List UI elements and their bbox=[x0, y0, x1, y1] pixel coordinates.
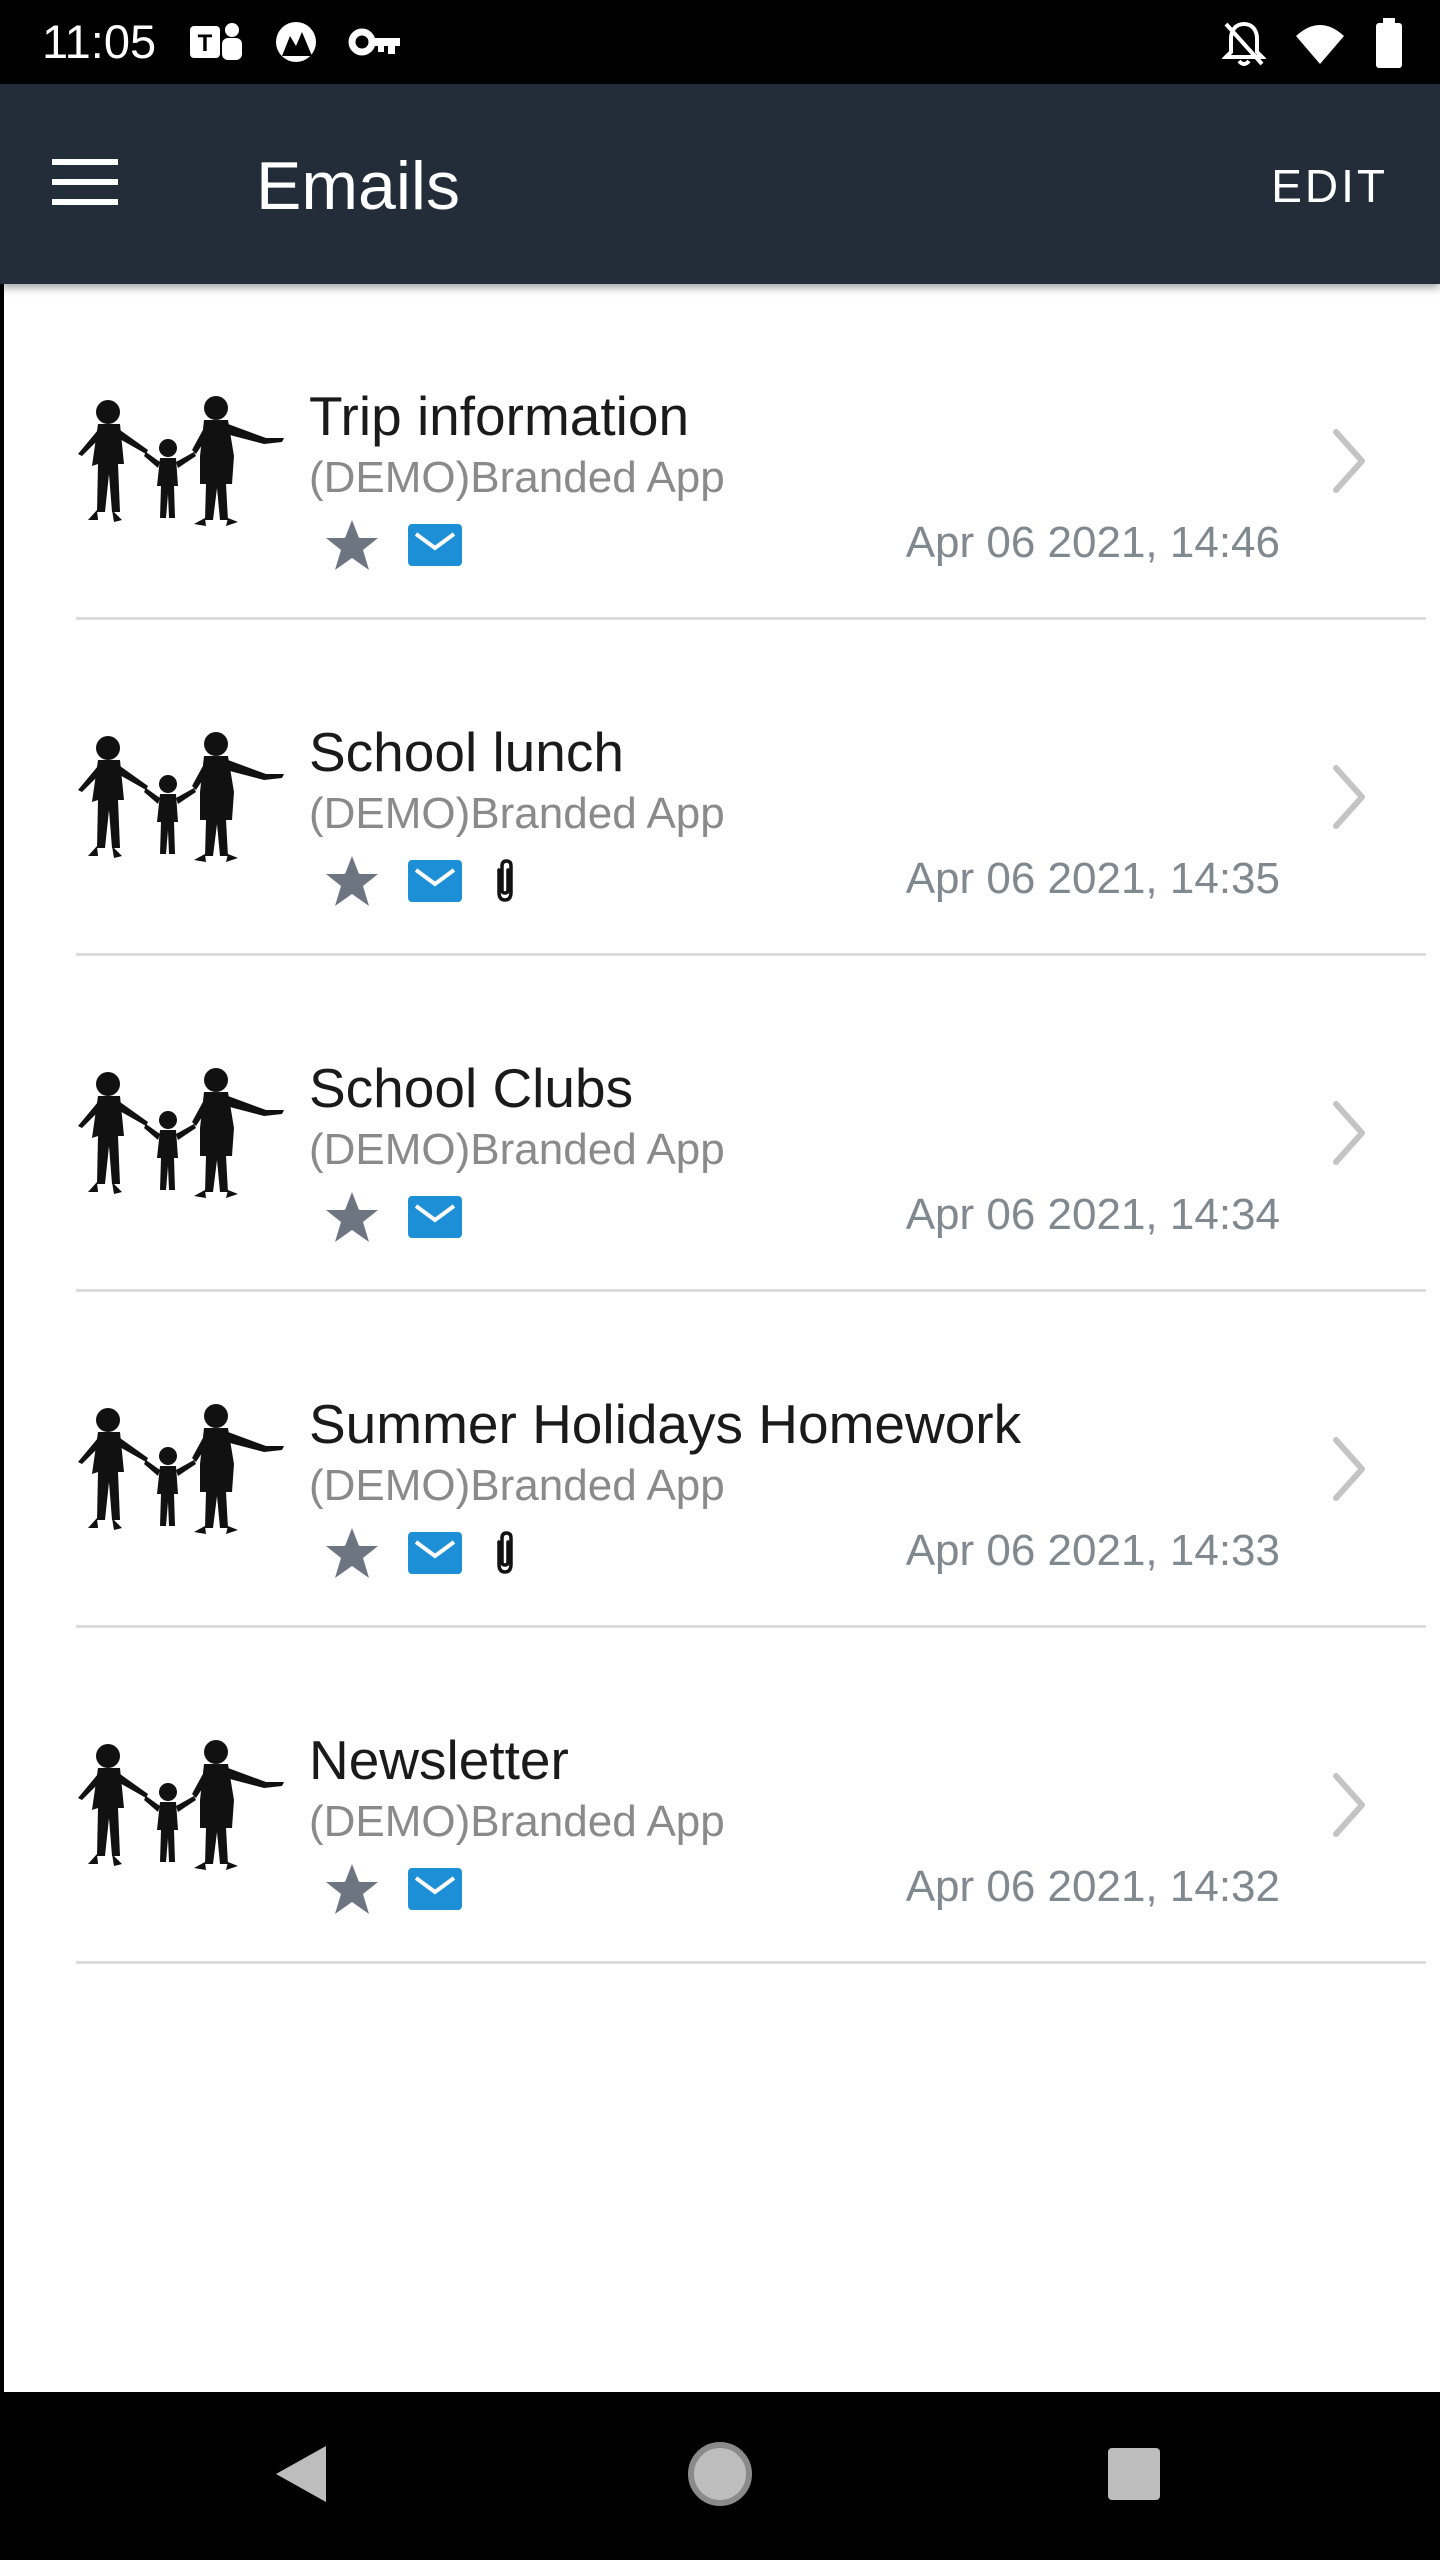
email-list-item[interactable]: Newsletter (DEMO)Branded App Apr 06 2021… bbox=[4, 1628, 1440, 1964]
envelope-icon bbox=[408, 1195, 462, 1243]
page-title: Emails bbox=[256, 148, 461, 224]
status-bar: 11:05 T bbox=[0, 0, 1440, 84]
chevron-right-icon bbox=[1330, 1434, 1370, 1504]
app-notification-icon bbox=[270, 18, 322, 66]
vpn-key-icon bbox=[348, 18, 404, 66]
content-area: Trip information (DEMO)Branded App Apr 0… bbox=[4, 284, 1440, 2392]
email-list-item[interactable]: School Clubs (DEMO)Branded App Apr 06 20… bbox=[4, 956, 1440, 1292]
back-icon bbox=[270, 2442, 330, 2511]
email-date: Apr 06 2021, 14:34 bbox=[905, 1190, 1280, 1239]
email-subject: School Clubs bbox=[309, 1057, 634, 1119]
hamburger-menu-icon bbox=[52, 158, 118, 210]
email-subject: Summer Holidays Homework bbox=[309, 1393, 1022, 1455]
email-subject: Trip information bbox=[309, 385, 690, 447]
email-status-icons bbox=[324, 516, 462, 578]
wifi-icon bbox=[1294, 20, 1346, 68]
recents-icon bbox=[1106, 2446, 1162, 2507]
recents-button[interactable] bbox=[1094, 2436, 1174, 2516]
star-icon[interactable] bbox=[324, 1190, 380, 1249]
status-time: 11:05 bbox=[42, 15, 157, 68]
svg-text:T: T bbox=[198, 30, 213, 57]
teams-icon: T bbox=[188, 18, 244, 66]
back-button[interactable] bbox=[260, 2436, 340, 2516]
paperclip-icon bbox=[490, 858, 520, 909]
email-list-item[interactable]: Trip information (DEMO)Branded App Apr 0… bbox=[4, 284, 1440, 620]
email-sender: (DEMO)Branded App bbox=[309, 789, 725, 838]
email-list-item[interactable]: School lunch (DEMO)Branded App Apr 06 20… bbox=[4, 620, 1440, 956]
email-status-icons bbox=[324, 852, 520, 914]
family-silhouette-icon bbox=[76, 1402, 286, 1538]
family-silhouette-icon bbox=[76, 1066, 286, 1202]
home-button[interactable] bbox=[680, 2436, 760, 2516]
email-status-icons bbox=[324, 1860, 462, 1922]
email-subject: Newsletter bbox=[309, 1729, 569, 1791]
chevron-right-icon bbox=[1330, 762, 1370, 832]
email-sender: (DEMO)Branded App bbox=[309, 453, 725, 502]
family-silhouette-icon bbox=[76, 394, 286, 530]
email-date: Apr 06 2021, 14:32 bbox=[905, 1862, 1280, 1911]
email-sender: (DEMO)Branded App bbox=[309, 1797, 725, 1846]
email-date: Apr 06 2021, 14:33 bbox=[905, 1526, 1280, 1575]
star-icon[interactable] bbox=[324, 1862, 380, 1921]
chevron-right-icon bbox=[1330, 1098, 1370, 1168]
star-icon[interactable] bbox=[324, 854, 380, 913]
family-silhouette-icon bbox=[76, 1738, 286, 1874]
family-silhouette-icon bbox=[76, 730, 286, 866]
hamburger-menu-button[interactable] bbox=[52, 144, 152, 224]
email-sender: (DEMO)Branded App bbox=[309, 1125, 725, 1174]
row-divider bbox=[76, 1961, 1426, 1964]
star-icon[interactable] bbox=[324, 1526, 380, 1585]
email-status-icons bbox=[324, 1188, 462, 1250]
envelope-icon bbox=[408, 859, 462, 907]
paperclip-icon bbox=[490, 1530, 520, 1581]
home-icon bbox=[687, 2441, 753, 2512]
envelope-icon bbox=[408, 1867, 462, 1915]
envelope-icon bbox=[408, 523, 462, 571]
notifications-off-icon bbox=[1222, 20, 1266, 68]
email-date: Apr 06 2021, 14:46 bbox=[905, 518, 1280, 567]
battery-icon bbox=[1374, 18, 1404, 70]
status-right-icons bbox=[1222, 18, 1404, 70]
system-nav-bar bbox=[0, 2392, 1440, 2560]
app-bar: Emails EDIT bbox=[0, 84, 1440, 284]
email-list: Trip information (DEMO)Branded App Apr 0… bbox=[4, 284, 1440, 1964]
edit-button[interactable]: EDIT bbox=[1271, 154, 1388, 218]
chevron-right-icon bbox=[1330, 426, 1370, 496]
status-left-icons: T bbox=[188, 18, 404, 66]
chevron-right-icon bbox=[1330, 1770, 1370, 1840]
email-list-item[interactable]: Summer Holidays Homework (DEMO)Branded A… bbox=[4, 1292, 1440, 1628]
email-date: Apr 06 2021, 14:35 bbox=[905, 854, 1280, 903]
email-sender: (DEMO)Branded App bbox=[309, 1461, 725, 1510]
envelope-icon bbox=[408, 1531, 462, 1579]
email-status-icons bbox=[324, 1524, 520, 1586]
star-icon[interactable] bbox=[324, 518, 380, 577]
email-subject: School lunch bbox=[309, 721, 624, 783]
